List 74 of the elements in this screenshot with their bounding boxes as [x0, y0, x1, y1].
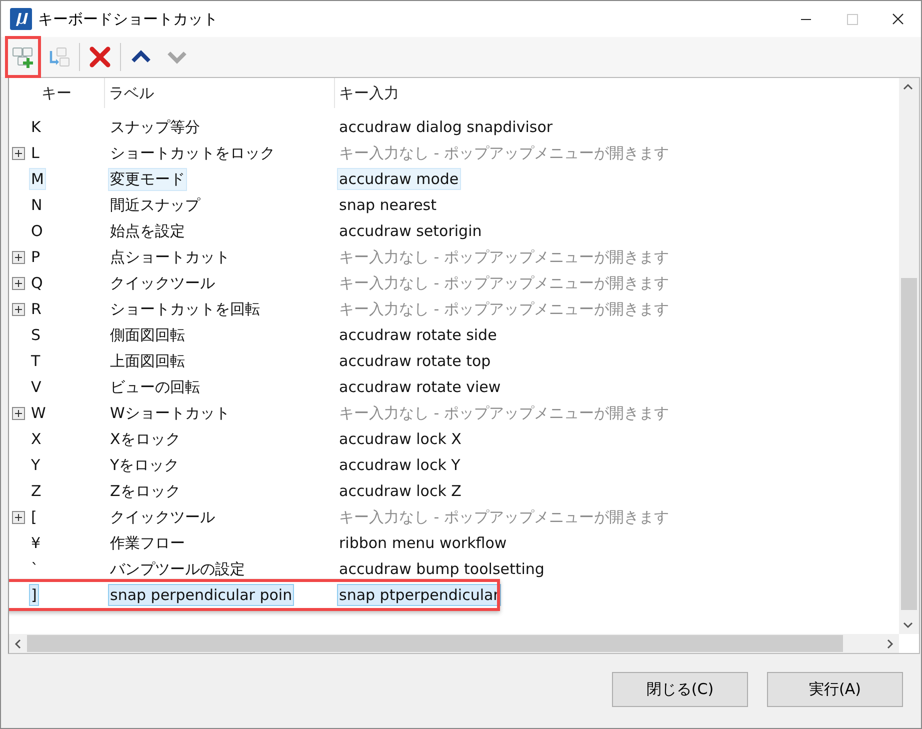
- table-cell-text: ビューの回転: [109, 376, 201, 398]
- table-cell-text: accudraw rotate top: [338, 351, 492, 372]
- table-cell-text: キー入力なし - ポップアップメニューが開きます: [338, 142, 670, 164]
- column-header[interactable]: キー: [42, 84, 72, 102]
- table-cell-text: 側面図回転: [109, 324, 186, 346]
- table-cell-text: accudraw lock Y: [338, 455, 462, 476]
- table-cell-text: バンプツールの設定: [109, 558, 246, 580]
- table-cell-text: Wショートカット: [109, 402, 231, 424]
- table-cell-text: スナップ等分: [109, 116, 201, 138]
- table-cell-text: `: [30, 559, 40, 580]
- expand-icon[interactable]: [12, 510, 25, 524]
- table-cell-text: accudraw setorigin: [338, 221, 483, 242]
- table-cell-text: S: [30, 325, 42, 346]
- table-cell-text: キー入力なし - ポップアップメニューが開きます: [338, 298, 670, 320]
- table-cell-text: snap nearest: [338, 195, 438, 216]
- table-cell-text: accudraw lock X: [338, 429, 462, 450]
- table-cell-text: 間近スナップ: [109, 194, 202, 216]
- table-cell-text: T: [30, 351, 42, 372]
- table-cell-text: 上面図回転: [109, 350, 186, 372]
- table-cell-text: accudraw bump toolsetting: [338, 559, 546, 580]
- table-cell-text: キー入力なし - ポップアップメニューが開きます: [338, 246, 670, 268]
- table-cell-text: クイックツール: [109, 506, 216, 528]
- window-title: キーボードショートカット: [38, 10, 219, 28]
- vertical-scrollbar[interactable]: [899, 78, 919, 634]
- table-cell-text: 作業フロー: [109, 532, 186, 554]
- table-cell-text: W: [30, 403, 47, 424]
- table-cell-text: K: [30, 117, 42, 138]
- table-cell: 変更モード: [108, 168, 187, 190]
- table-cell-text: Y: [30, 455, 42, 476]
- table-cell-text: クイックツール: [109, 272, 216, 294]
- table-cell-text: P: [30, 247, 42, 268]
- table-cell: accudraw mode: [337, 168, 461, 190]
- dialog-button[interactable]: 閉じる(C): [612, 672, 748, 706]
- expand-icon[interactable]: [12, 406, 25, 420]
- table-cell-text: R: [30, 299, 42, 320]
- column-header[interactable]: キー入力: [339, 84, 399, 102]
- table-cell-text: 点ショートカット: [109, 246, 231, 268]
- horizontal-scrollbar[interactable]: [9, 634, 899, 653]
- table-cell-text: Xをロック: [109, 428, 182, 450]
- delete-icon[interactable]: [88, 45, 112, 69]
- table-cell-text: accudraw lock Z: [338, 481, 462, 502]
- column-header[interactable]: ラベル: [109, 84, 154, 102]
- table-cell: M: [29, 168, 46, 190]
- table-cell: ]: [29, 584, 39, 606]
- table-cell: snap perpendicular poin: [108, 584, 294, 606]
- table-cell-text: O: [30, 221, 44, 242]
- table-cell: snap ptperpendicular: [337, 584, 502, 606]
- table-cell-text: accudraw rotate view: [338, 377, 502, 398]
- table-cell-text: accudraw rotate side: [338, 325, 498, 346]
- table-cell-text: accudraw dialog snapdivisor: [338, 117, 554, 138]
- table-cell-text: ¥: [30, 533, 42, 554]
- dialog-button[interactable]: 実行(A): [767, 672, 903, 706]
- table-cell-text: ショートカットを回転: [109, 298, 261, 320]
- table-cell-text: Q: [30, 273, 44, 294]
- expand-icon[interactable]: [12, 146, 25, 160]
- table-cell-text: キー入力なし - ポップアップメニューが開きます: [338, 402, 670, 424]
- app-logo-icon: [10, 8, 32, 30]
- table-cell-text: [: [30, 507, 38, 528]
- expand-icon[interactable]: [12, 276, 25, 290]
- table-cell-text: X: [30, 429, 42, 450]
- table-cell-text: Z: [30, 481, 42, 502]
- add-shortcut-icon[interactable]: [11, 45, 35, 69]
- table-cell-text: Zをロック: [109, 480, 182, 502]
- expand-icon[interactable]: [12, 302, 25, 316]
- table-cell-text: Yをロック: [109, 454, 180, 476]
- table-cell-text: 始点を設定: [109, 220, 186, 242]
- table-cell-text: V: [30, 377, 42, 398]
- table-cell-text: キー入力なし - ポップアップメニューが開きます: [338, 506, 670, 528]
- table-cell-text: N: [30, 195, 44, 216]
- table-cell-text: L: [30, 143, 40, 164]
- table-cell-text: ショートカットをロック: [109, 142, 276, 164]
- table-cell-text: ribbon menu workflow: [338, 533, 508, 554]
- table-cell-text: キー入力なし - ポップアップメニューが開きます: [338, 272, 670, 294]
- expand-icon[interactable]: [12, 250, 25, 264]
